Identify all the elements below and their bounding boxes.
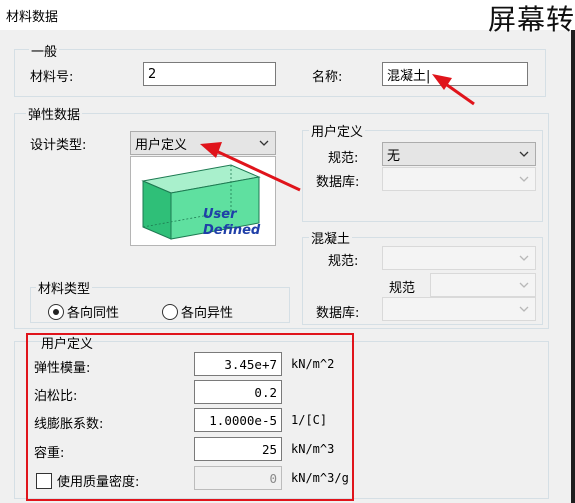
spec-label: 规范: xyxy=(328,151,359,166)
material-type-legend: 材料类型 xyxy=(36,278,93,297)
preview-text-line2: Defined xyxy=(203,223,261,238)
concrete-spec-select[interactable] xyxy=(382,246,536,270)
concrete-sub-spec-label: 规范 xyxy=(389,281,416,296)
concrete-db-select[interactable] xyxy=(382,297,536,321)
db-select[interactable] xyxy=(382,167,536,191)
poisson-input[interactable]: 0.2 xyxy=(194,380,282,404)
mass-density-unit: kN/m^3/g xyxy=(291,471,349,485)
spec-select[interactable]: 无 xyxy=(382,142,536,166)
concrete-legend: 混凝土 xyxy=(309,228,353,247)
thermal-expansion-input[interactable]: 1.0000e-5 xyxy=(194,408,282,432)
radio-selected-icon xyxy=(48,303,64,320)
checkbox-unchecked-icon xyxy=(36,472,52,489)
mass-density-label: 使用质量密度: xyxy=(57,475,140,490)
concrete-spec-label: 规范: xyxy=(328,254,359,269)
unit-weight-label: 容重: xyxy=(34,446,65,461)
elastic-modulus-input[interactable]: 3.45e+7 xyxy=(194,352,282,376)
isotropic-label: 各向同性 xyxy=(67,306,120,321)
thermal-expansion-label: 线膨胀系数: xyxy=(34,417,104,432)
window-title: 材料数据 xyxy=(6,10,59,25)
material-preview-image: User Defined xyxy=(130,156,276,246)
material-no-label: 材料号: xyxy=(30,70,74,85)
mass-density-input[interactable]: 0 xyxy=(194,466,282,490)
material-no-input[interactable]: 2 xyxy=(143,62,276,86)
unit-weight-unit: kN/m^3 xyxy=(291,442,335,456)
elastic-modulus-unit: kN/m^2 xyxy=(291,357,335,371)
window-edge xyxy=(571,30,575,503)
anisotropic-label: 各向异性 xyxy=(181,306,234,321)
chevron-down-icon xyxy=(519,282,529,288)
chevron-down-icon xyxy=(519,306,529,312)
elastic-modulus-label: 弹性模量: xyxy=(34,361,91,376)
thermal-expansion-unit: 1/[C] xyxy=(291,413,328,427)
db-label: 数据库: xyxy=(316,175,360,190)
concrete-sub-spec-select[interactable] xyxy=(430,273,536,297)
corner-overlay-text: 屏幕转 xyxy=(487,3,575,36)
isotropic-radio[interactable]: 各向同性 xyxy=(48,302,119,321)
anisotropic-radio[interactable]: 各向异性 xyxy=(162,302,233,321)
general-legend: 一般 xyxy=(29,41,60,60)
chevron-down-icon xyxy=(519,151,529,157)
name-input[interactable]: 混凝土| xyxy=(382,62,528,86)
elastic-legend: 弹性数据 xyxy=(26,104,83,123)
spec-value: 无 xyxy=(387,148,401,164)
design-type-label: 设计类型: xyxy=(30,138,87,153)
mass-density-checkbox[interactable]: 使用质量密度: xyxy=(36,471,139,490)
design-type-select[interactable]: 用户定义 xyxy=(130,131,276,155)
unit-weight-input[interactable]: 25 xyxy=(194,437,282,461)
chevron-down-icon xyxy=(519,176,529,182)
user-defined-spec-legend: 用户定义 xyxy=(309,121,366,140)
preview-text-line1: User xyxy=(203,207,237,222)
design-type-value: 用户定义 xyxy=(135,137,188,153)
chevron-down-icon xyxy=(519,255,529,261)
user-props-legend: 用户定义 xyxy=(41,337,94,352)
chevron-down-icon xyxy=(259,140,269,146)
poisson-label: 泊松比: xyxy=(34,389,78,404)
radio-unselected-icon xyxy=(162,303,178,320)
name-label: 名称: xyxy=(312,70,343,85)
concrete-db-label: 数据库: xyxy=(316,306,360,321)
